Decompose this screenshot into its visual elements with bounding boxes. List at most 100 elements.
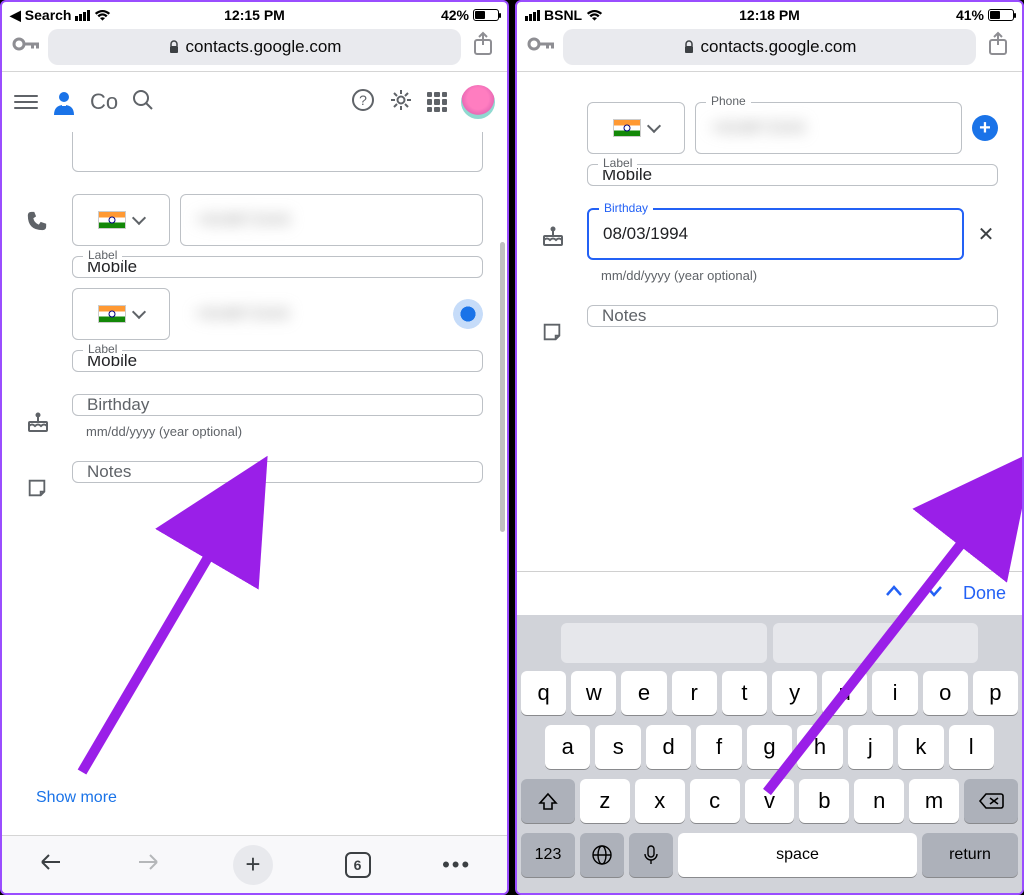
key-t[interactable]: t [722, 671, 767, 715]
key-d[interactable]: d [646, 725, 691, 769]
password-key-icon[interactable] [12, 35, 40, 58]
battery-pct: 41% [956, 7, 984, 23]
keyboard-suggestion[interactable] [561, 623, 767, 663]
next-field-button[interactable] [923, 582, 945, 605]
chevron-down-icon [647, 119, 661, 133]
keyboard-row-3: zxcvbnm [521, 779, 1018, 823]
password-key-icon[interactable] [527, 35, 555, 58]
key-k[interactable]: k [898, 725, 943, 769]
more-button[interactable]: ••• [442, 852, 471, 878]
profile-avatar[interactable] [461, 85, 495, 119]
battery-icon [473, 9, 499, 21]
keyboard-suggestion[interactable] [773, 623, 979, 663]
space-key[interactable]: space [678, 833, 917, 877]
back-button[interactable] [38, 851, 64, 878]
return-key[interactable]: return [922, 833, 1018, 877]
birthday-hint: mm/dd/yyyy (year optional) [72, 424, 483, 439]
cake-icon [26, 394, 56, 439]
notes-placeholder: Notes [602, 306, 646, 326]
prev-field-button[interactable] [883, 582, 905, 605]
share-icon[interactable] [984, 31, 1012, 62]
phone-input-2[interactable]: +919871543 [180, 288, 443, 340]
birthday-input[interactable]: Birthday 08/03/1994 [587, 208, 964, 260]
phone-label-input-2[interactable]: Label Mobile [72, 350, 483, 372]
birthday-input[interactable]: Birthday [72, 394, 483, 416]
key-x[interactable]: x [635, 779, 685, 823]
numeric-key[interactable]: 123 [521, 833, 575, 877]
clear-birthday-button[interactable]: ✕ [974, 222, 998, 247]
phone-input-1[interactable]: +919871543 [180, 194, 483, 246]
mic-key[interactable] [629, 833, 673, 877]
key-e[interactable]: e [621, 671, 666, 715]
phone-label-input-1[interactable]: Label Mobile [72, 256, 483, 278]
key-z[interactable]: z [580, 779, 630, 823]
help-icon[interactable]: ? [351, 88, 375, 117]
url-pill[interactable]: contacts.google.com [48, 29, 461, 65]
phone-left: ◀ Search 12:15 PM 42% contacts.google.co… [0, 0, 509, 895]
key-p[interactable]: p [973, 671, 1018, 715]
key-l[interactable]: l [949, 725, 994, 769]
birthday-row: Birthday mm/dd/yyyy (year optional) [26, 394, 483, 439]
contacts-logo-icon[interactable] [52, 89, 76, 115]
globe-key[interactable] [580, 833, 624, 877]
add-phone-button[interactable]: + [972, 115, 998, 141]
key-q[interactable]: q [521, 671, 566, 715]
apps-grid-icon[interactable] [427, 92, 447, 112]
keyboard-accessory-bar: Done [517, 571, 1022, 615]
key-c[interactable]: c [690, 779, 740, 823]
status-time: 12:18 PM [739, 7, 800, 23]
key-m[interactable]: m [909, 779, 959, 823]
gear-icon[interactable] [389, 88, 413, 117]
back-to-app-chevron[interactable]: ◀ [10, 7, 21, 24]
key-i[interactable]: i [872, 671, 917, 715]
url-pill[interactable]: contacts.google.com [563, 29, 976, 65]
hamburger-menu-icon[interactable] [14, 95, 38, 109]
phone-icon [26, 194, 56, 237]
key-y[interactable]: y [772, 671, 817, 715]
key-g[interactable]: g [747, 725, 792, 769]
key-o[interactable]: o [923, 671, 968, 715]
tab-count-button[interactable]: 6 [345, 852, 371, 878]
keyboard-done-button[interactable]: Done [963, 583, 1006, 604]
key-u[interactable]: u [822, 671, 867, 715]
key-b[interactable]: b [799, 779, 849, 823]
search-icon[interactable] [132, 89, 154, 116]
shift-key[interactable] [521, 779, 575, 823]
key-a[interactable]: a [545, 725, 590, 769]
birthday-row: Birthday 08/03/1994 ✕ mm/dd/yyyy (year o… [541, 208, 998, 283]
share-icon[interactable] [469, 31, 497, 62]
keyboard-row-4: 123 space return [521, 833, 1018, 877]
phone-loading-icon [453, 299, 483, 329]
key-r[interactable]: r [672, 671, 717, 715]
birthday-value: 08/03/1994 [603, 224, 688, 244]
phone-legend: Phone [706, 94, 751, 108]
country-code-select-2[interactable] [72, 288, 170, 340]
scrollbar[interactable] [500, 242, 505, 532]
new-tab-button[interactable]: + [233, 845, 273, 885]
svg-text:?: ? [359, 92, 367, 108]
show-more-link[interactable]: Show more [26, 771, 127, 825]
key-n[interactable]: n [854, 779, 904, 823]
signal-icon [525, 10, 540, 21]
key-v[interactable]: v [745, 779, 795, 823]
notes-row: Notes [541, 305, 998, 348]
key-h[interactable]: h [797, 725, 842, 769]
back-to-app-label[interactable]: Search [25, 7, 72, 23]
key-s[interactable]: s [595, 725, 640, 769]
india-flag-icon [613, 119, 641, 137]
birthday-placeholder: Birthday [87, 395, 149, 415]
contact-edit-form: +919871543 Label Mobile +919871543 Label… [2, 132, 507, 835]
phone-label-input[interactable]: Label Mobile [587, 164, 998, 186]
key-w[interactable]: w [571, 671, 616, 715]
key-f[interactable]: f [696, 725, 741, 769]
birthday-hint: mm/dd/yyyy (year optional) [587, 268, 998, 283]
lock-icon [683, 40, 695, 54]
country-code-select-1[interactable] [72, 194, 170, 246]
notes-input[interactable]: Notes [72, 461, 483, 483]
backspace-key[interactable] [964, 779, 1018, 823]
notes-input[interactable]: Notes [587, 305, 998, 327]
phone-input[interactable]: Phone +919871543 [695, 102, 962, 154]
key-j[interactable]: j [848, 725, 893, 769]
country-code-select[interactable] [587, 102, 685, 154]
notes-row: Notes [26, 461, 483, 504]
